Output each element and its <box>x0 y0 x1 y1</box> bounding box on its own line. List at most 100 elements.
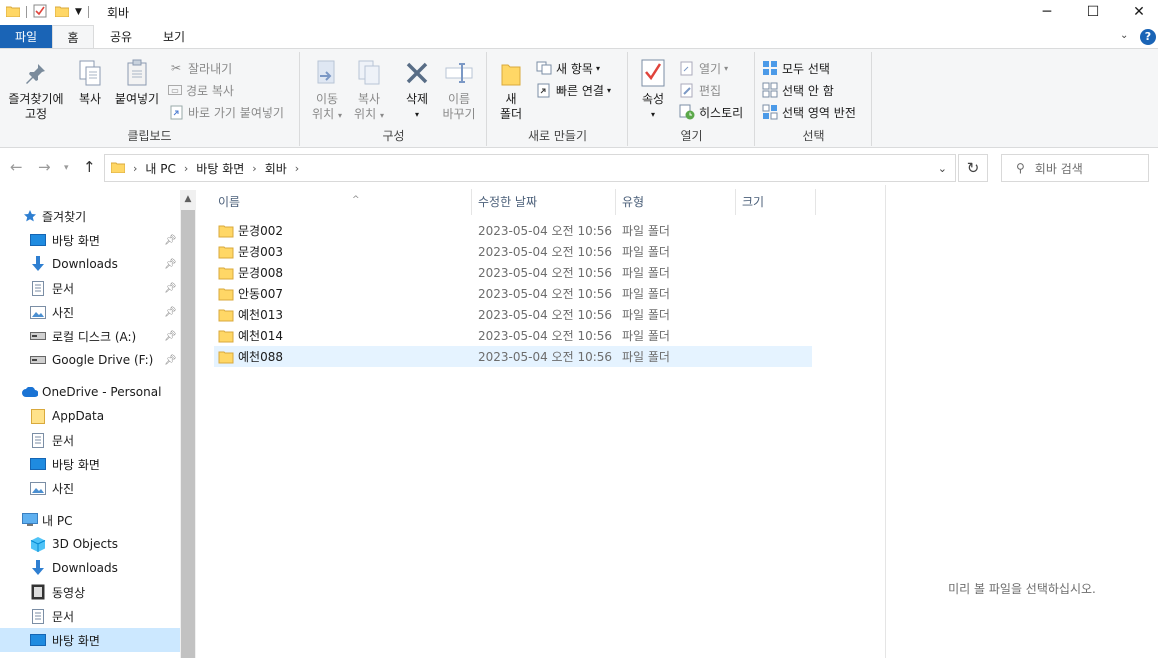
column-header-size[interactable]: 크기 <box>736 189 816 215</box>
table-row[interactable]: 예천014 2023-05-04 오전 10:56 파일 폴더 <box>214 325 812 346</box>
nav-item-desktop[interactable]: 바탕 화면 <box>0 628 180 652</box>
cut-button[interactable]: ✂ 잘라내기 <box>168 58 232 78</box>
nav-item-documents[interactable]: 문서 📌︎ <box>30 276 180 300</box>
chevron-right-icon[interactable]: › <box>133 162 137 175</box>
file-type: 파일 폴더 <box>622 245 670 259</box>
nav-item-appdata[interactable]: AppData <box>30 404 180 428</box>
forward-arrow-icon[interactable]: → <box>38 158 51 176</box>
nav-this-pc[interactable]: 내 PC <box>22 508 202 532</box>
table-row[interactable]: 예천088 2023-05-04 오전 10:56 파일 폴더 <box>214 346 812 367</box>
nav-item-documents[interactable]: 문서 <box>30 604 180 628</box>
invert-selection-button[interactable]: 선택 영역 반전 <box>762 102 856 122</box>
folder-icon <box>110 161 126 176</box>
close-button[interactable]: ✕ <box>1116 0 1158 24</box>
pin-icon[interactable]: 📌︎ <box>164 259 177 270</box>
refresh-button[interactable]: ↻ <box>958 154 988 182</box>
file-type: 파일 폴더 <box>622 287 670 301</box>
search-input[interactable]: ⚲ 회바 검색 <box>1001 154 1149 182</box>
nav-item-google-drive[interactable]: Google Drive (F:) 📌︎ <box>30 348 180 372</box>
help-icon[interactable]: ? <box>1140 29 1156 45</box>
breadcrumb-this-pc[interactable]: 내 PC <box>145 160 175 177</box>
recent-locations-icon[interactable]: ▾ <box>64 163 69 173</box>
nav-item-local-disk[interactable]: 로컬 디스크 (A:) 📌︎ <box>30 324 180 348</box>
chevron-right-icon[interactable]: › <box>184 162 188 175</box>
pin-icon[interactable]: 📌︎ <box>164 307 177 318</box>
nav-quick-access[interactable]: 즐겨찾기 <box>22 204 202 228</box>
paste-button[interactable]: 붙여넣기 <box>112 58 162 107</box>
tab-file[interactable]: 파일 <box>0 25 52 49</box>
new-item-button[interactable]: 새 항목 ▾ <box>536 58 600 78</box>
column-header-type[interactable]: 유형 <box>616 189 736 215</box>
address-bar[interactable]: › 내 PC › 바탕 화면 › 회바 › ⌄ <box>104 154 956 182</box>
pin-icon[interactable]: 📌︎ <box>164 331 177 342</box>
tab-home[interactable]: 홈 <box>52 25 94 49</box>
delete-dropdown-icon[interactable]: ▾ <box>397 107 437 122</box>
properties-button[interactable]: 속성 ▾ <box>635 58 671 122</box>
new-folder-label-2: 폴더 <box>499 107 523 121</box>
nav-onedrive[interactable]: OneDrive - Personal <box>22 380 202 404</box>
paste-shortcut-button[interactable]: 바로 가기 붙여넣기 <box>168 102 284 122</box>
pin-icon[interactable]: 📌︎ <box>164 235 177 246</box>
nav-item-label: 3D Objects <box>52 537 119 551</box>
scroll-thumb[interactable] <box>181 210 195 658</box>
nav-item-downloads[interactable]: Downloads 📌︎ <box>30 252 180 276</box>
copy-path-button[interactable]: ▭ 경로 복사 <box>168 80 234 100</box>
nav-item-pictures[interactable]: 사진 📌︎ <box>30 300 180 324</box>
customize-dropdown-icon[interactable]: ▼ <box>75 7 82 17</box>
paste-label: 붙여넣기 <box>114 92 160 106</box>
nav-item-downloads[interactable]: Downloads <box>30 556 180 580</box>
copy-to-button[interactable]: 복사 위치 ▾ <box>349 58 389 123</box>
select-none-icon <box>762 82 778 98</box>
edit-button[interactable]: 편집 <box>679 80 721 100</box>
nav-scrollbar[interactable]: ▲ <box>180 190 196 658</box>
select-all-button[interactable]: 모두 선택 <box>762 58 830 78</box>
new-folder-icon[interactable] <box>54 5 70 20</box>
table-row[interactable]: 문경002 2023-05-04 오전 10:56 파일 폴더 <box>214 220 812 241</box>
scroll-up-icon[interactable]: ▲ <box>180 190 196 208</box>
column-header-name[interactable]: 이름 ^ <box>212 189 472 215</box>
history-button[interactable]: 히스토리 <box>679 102 743 122</box>
nav-item-3d-objects[interactable]: 3D Objects <box>30 532 180 556</box>
select-group-label: 선택 <box>802 129 825 143</box>
nav-item-desktop[interactable]: 바탕 화면 📌︎ <box>30 228 180 252</box>
chevron-right-icon[interactable]: › <box>252 162 256 175</box>
refresh-icon: ↻ <box>966 159 980 177</box>
up-arrow-icon[interactable]: ↑ <box>83 158 96 176</box>
nav-item-videos[interactable]: 동영상 <box>30 580 180 604</box>
tab-view[interactable]: 보기 <box>152 25 196 49</box>
column-header-date[interactable]: 수정한 날짜 <box>472 189 616 215</box>
breadcrumb-current[interactable]: 회바 <box>265 160 287 177</box>
address-dropdown-icon[interactable]: ⌄ <box>938 162 947 175</box>
nav-item-pictures[interactable]: 사진 <box>30 476 180 500</box>
rename-button[interactable]: 이름 바꾸기 <box>439 58 479 122</box>
pin-icon[interactable]: 📌︎ <box>164 283 177 294</box>
back-arrow-icon[interactable]: ← <box>10 158 23 176</box>
table-row[interactable]: 안동007 2023-05-04 오전 10:56 파일 폴더 <box>214 283 812 304</box>
maximize-button[interactable]: ☐ <box>1070 0 1116 24</box>
pin-quick-access-button[interactable]: 즐겨찾기에 고정 <box>4 58 68 122</box>
file-name: 문경003 <box>238 245 283 259</box>
select-none-button[interactable]: 선택 안 함 <box>762 80 834 100</box>
tab-share[interactable]: 공유 <box>100 25 142 49</box>
open-button[interactable]: 열기 ▾ <box>679 58 728 78</box>
chevron-right-icon[interactable]: › <box>295 162 299 175</box>
nav-item-documents[interactable]: 문서 <box>30 428 180 452</box>
breadcrumb-desktop[interactable]: 바탕 화면 <box>196 160 244 177</box>
copy-button[interactable]: 복사 <box>72 58 108 107</box>
chevron-down-icon[interactable]: ⌄ <box>1120 30 1128 41</box>
pin-icon[interactable]: 📌︎ <box>164 355 177 366</box>
delete-button[interactable]: 삭제 ▾ <box>397 58 437 122</box>
easy-access-button[interactable]: 빠른 연결 ▾ <box>536 80 611 100</box>
properties-icon[interactable] <box>33 4 47 21</box>
table-row[interactable]: 문경003 2023-05-04 오전 10:56 파일 폴더 <box>214 241 812 262</box>
move-to-label-2: 위치 ▾ <box>312 107 342 121</box>
move-to-button[interactable]: 이동 위치 ▾ <box>307 58 347 123</box>
table-row[interactable]: 예천013 2023-05-04 오전 10:56 파일 폴더 <box>214 304 812 325</box>
nav-item-desktop[interactable]: 바탕 화면 <box>30 452 180 476</box>
minimize-button[interactable]: ─ <box>1024 0 1070 24</box>
properties-dropdown-icon[interactable]: ▾ <box>635 107 671 122</box>
table-row[interactable]: 문경008 2023-05-04 오전 10:56 파일 폴더 <box>214 262 812 283</box>
path-icon: ▭ <box>168 85 182 95</box>
new-folder-button[interactable]: 새 폴더 <box>496 58 526 122</box>
nav-item-label: 동영상 <box>52 585 86 600</box>
